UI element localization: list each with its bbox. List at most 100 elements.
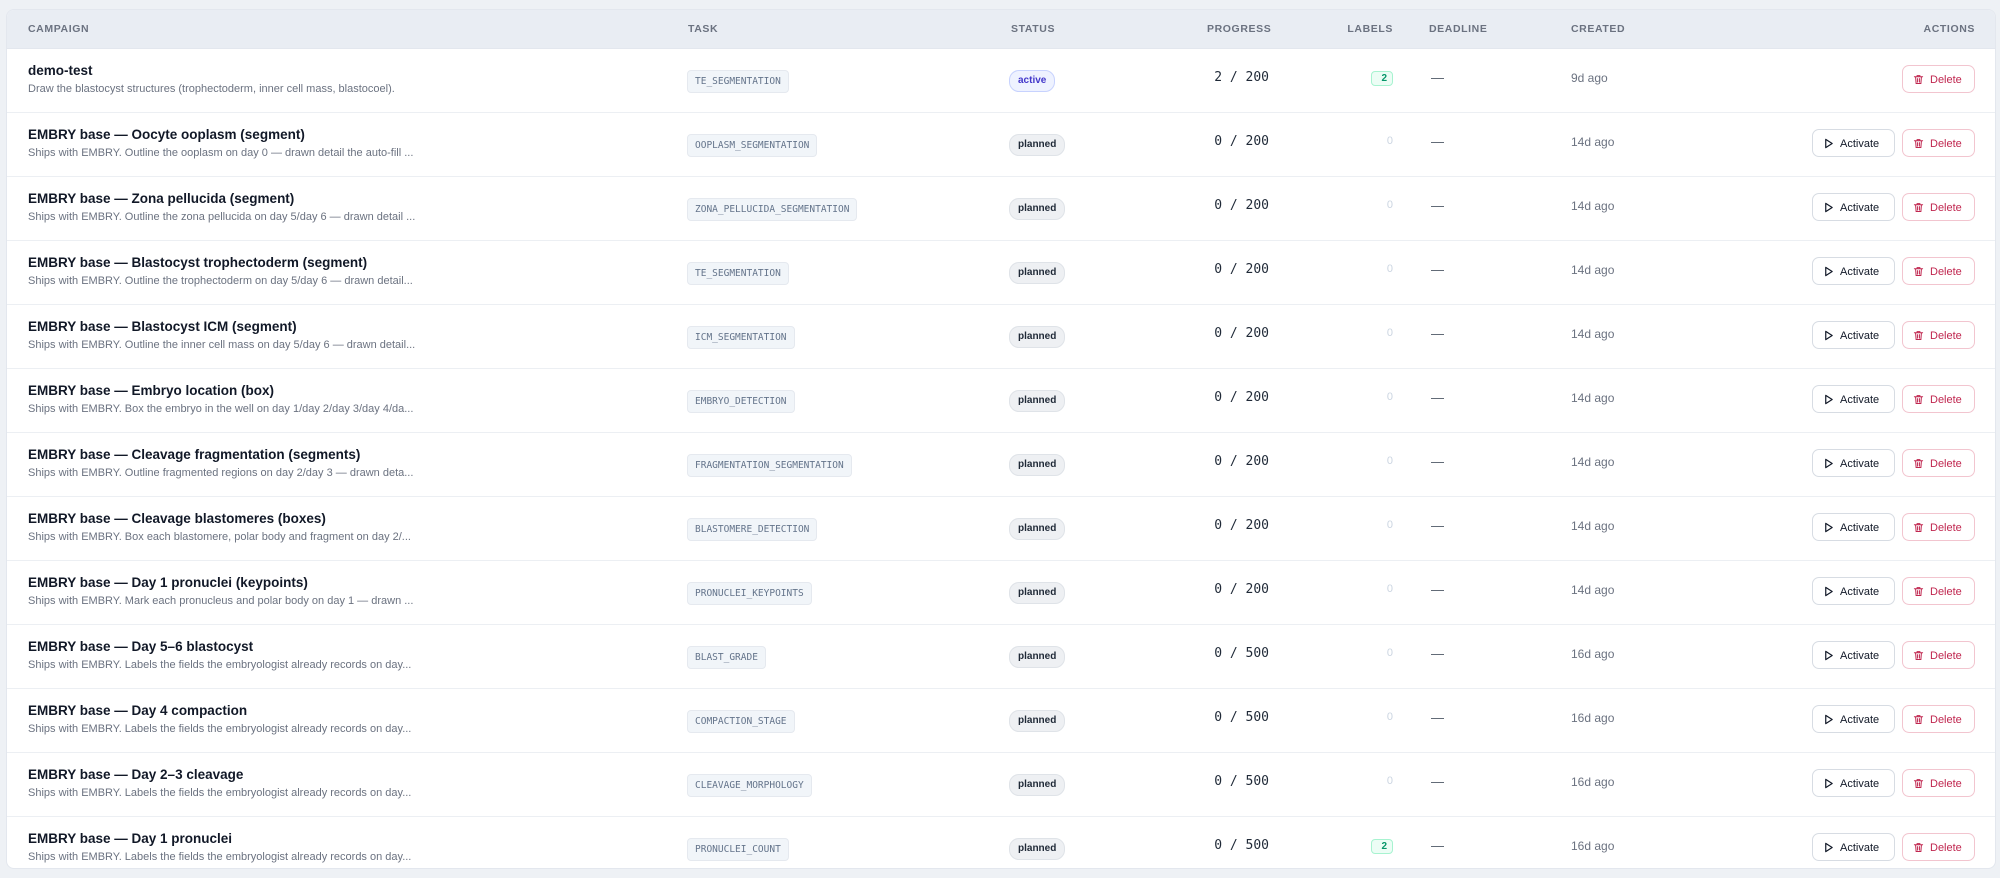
activate-label: Activate: [1840, 138, 1880, 150]
task-code: FRAGMENTATION_SEGMENTATION: [687, 454, 852, 477]
column-header-deadline: DEADLINE: [1429, 23, 1488, 35]
activate-button[interactable]: Activate: [1812, 769, 1895, 797]
delete-button[interactable]: Delete: [1902, 449, 1975, 477]
delete-label: Delete: [1930, 266, 1962, 278]
task-code: CLEAVAGE_MORPHOLOGY: [687, 774, 812, 797]
activate-button[interactable]: Activate: [1812, 449, 1895, 477]
table-row[interactable]: EMBRY base — Oocyte ooplasm (segment) Shi…: [7, 113, 1995, 177]
created-value: 16d ago: [1571, 839, 1615, 853]
play-icon: [1823, 714, 1840, 726]
labels-count-value: 0: [1386, 647, 1393, 659]
delete-button[interactable]: Delete: [1902, 769, 1975, 797]
task-code: COMPACTION_STAGE: [687, 710, 795, 733]
delete-button[interactable]: Delete: [1902, 641, 1975, 669]
table-row[interactable]: EMBRY base — Day 1 pronuclei Ships with E…: [7, 817, 1995, 868]
activate-button[interactable]: Activate: [1812, 833, 1895, 861]
delete-button[interactable]: Delete: [1902, 513, 1975, 541]
trash-icon: [1913, 714, 1930, 726]
labels-count-value: 0: [1386, 135, 1393, 147]
labels-count-value: 0: [1386, 775, 1393, 787]
status-badge: planned: [1009, 582, 1066, 604]
campaign-title[interactable]: EMBRY base — Cleavage fragmentation (seg…: [28, 447, 360, 462]
delete-button[interactable]: Delete: [1902, 385, 1975, 413]
column-header-status: STATUS: [1011, 23, 1056, 35]
progress-value: 0 / 200: [1214, 582, 1269, 597]
activate-button[interactable]: Activate: [1812, 577, 1895, 605]
labels-count: 0: [1347, 519, 1393, 531]
delete-button[interactable]: Delete: [1902, 257, 1975, 285]
delete-button[interactable]: Delete: [1902, 577, 1975, 605]
column-header-actions: ACTIONS: [1923, 23, 1975, 35]
table-row[interactable]: EMBRY base — Zona pellucida (segment) Shi…: [7, 177, 1995, 241]
delete-button[interactable]: Delete: [1902, 129, 1975, 157]
status-badge: planned: [1009, 646, 1066, 668]
campaign-title[interactable]: EMBRY base — Blastocyst ICM (segment): [28, 319, 297, 334]
deadline-value: —: [1431, 326, 1444, 341]
task-code: ICM_SEGMENTATION: [687, 326, 795, 349]
trash-icon: [1913, 330, 1930, 342]
delete-label: Delete: [1930, 394, 1962, 406]
delete-button[interactable]: Delete: [1902, 833, 1975, 861]
table-row[interactable]: EMBRY base — Day 2–3 cleavage Ships with …: [7, 753, 1995, 817]
progress-value: 0 / 200: [1214, 262, 1269, 277]
task-code: PRONUCLEI_COUNT: [687, 838, 789, 861]
progress-value: 0 / 200: [1214, 326, 1269, 341]
status-badge: planned: [1009, 198, 1066, 220]
delete-button[interactable]: Delete: [1902, 193, 1975, 221]
table-row[interactable]: EMBRY base — Cleavage fragmentation (seg…: [7, 433, 1995, 497]
campaign-title[interactable]: demo-test: [28, 63, 93, 78]
progress-value: 0 / 200: [1214, 454, 1269, 469]
delete-button[interactable]: Delete: [1902, 65, 1975, 93]
progress-value: 0 / 500: [1214, 646, 1269, 661]
campaign-title[interactable]: EMBRY base — Day 4 compaction: [28, 703, 247, 718]
activate-button[interactable]: Activate: [1812, 705, 1895, 733]
labels-count: 0: [1347, 391, 1393, 403]
delete-label: Delete: [1930, 458, 1962, 470]
campaign-title[interactable]: EMBRY base — Day 1 pronuclei (keypoints): [28, 575, 308, 590]
progress-value: 0 / 200: [1214, 390, 1269, 405]
activate-label: Activate: [1840, 394, 1880, 406]
table-row[interactable]: EMBRY base — Day 1 pronuclei (keypoints)…: [7, 561, 1995, 625]
status-badge: planned: [1009, 390, 1066, 412]
table-row[interactable]: EMBRY base — Blastocyst ICM (segment) Shi…: [7, 305, 1995, 369]
activate-label: Activate: [1840, 842, 1880, 854]
delete-button[interactable]: Delete: [1902, 705, 1975, 733]
labels-count: 0: [1347, 263, 1393, 275]
labels-count: 0: [1347, 199, 1393, 211]
activate-button[interactable]: Activate: [1812, 193, 1895, 221]
campaign-title[interactable]: EMBRY base — Embryo location (box): [28, 383, 274, 398]
play-icon: [1823, 522, 1840, 534]
campaign-title[interactable]: EMBRY base — Cleavage blastomeres (boxes…: [28, 511, 326, 526]
activate-button[interactable]: Activate: [1812, 321, 1895, 349]
activate-label: Activate: [1840, 458, 1880, 470]
activate-button[interactable]: Activate: [1812, 513, 1895, 541]
campaign-description: Draw the blastocyst structures (trophect…: [28, 83, 395, 95]
table-row[interactable]: EMBRY base — Cleavage blastomeres (boxes…: [7, 497, 1995, 561]
table-row[interactable]: EMBRY base — Embryo location (box) Ships …: [7, 369, 1995, 433]
progress-value: 0 / 500: [1214, 838, 1269, 853]
campaign-title[interactable]: EMBRY base — Day 5–6 blastocyst: [28, 639, 253, 654]
activate-button[interactable]: Activate: [1812, 129, 1895, 157]
table-row[interactable]: EMBRY base — Blastocyst trophectoderm (s…: [7, 241, 1995, 305]
table-row[interactable]: demo-test Draw the blastocyst structures …: [7, 49, 1995, 113]
table-row[interactable]: EMBRY base — Day 4 compaction Ships with …: [7, 689, 1995, 753]
trash-icon: [1913, 458, 1930, 470]
activate-button[interactable]: Activate: [1812, 385, 1895, 413]
campaign-title[interactable]: EMBRY base — Oocyte ooplasm (segment): [28, 127, 305, 142]
activate-button[interactable]: Activate: [1812, 257, 1895, 285]
delete-label: Delete: [1930, 202, 1962, 214]
trash-icon: [1913, 842, 1930, 854]
table-row[interactable]: EMBRY base — Day 5–6 blastocyst Ships wit…: [7, 625, 1995, 689]
campaign-title[interactable]: EMBRY base — Zona pellucida (segment): [28, 191, 294, 206]
delete-button[interactable]: Delete: [1902, 321, 1975, 349]
labels-count-value: 2: [1371, 71, 1393, 86]
deadline-value: —: [1431, 454, 1444, 469]
campaign-title[interactable]: EMBRY base — Blastocyst trophectoderm (s…: [28, 255, 367, 270]
status-badge: planned: [1009, 838, 1066, 860]
labels-count: 0: [1347, 775, 1393, 787]
activate-button[interactable]: Activate: [1812, 641, 1895, 669]
trash-icon: [1913, 74, 1930, 86]
campaign-title[interactable]: EMBRY base — Day 1 pronuclei: [28, 831, 232, 846]
campaign-title[interactable]: EMBRY base — Day 2–3 cleavage: [28, 767, 243, 782]
task-code: ZONA_PELLUCIDA_SEGMENTATION: [687, 198, 858, 221]
